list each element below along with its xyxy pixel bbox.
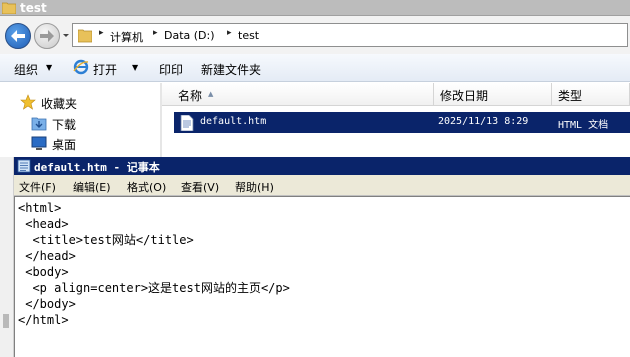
background-window-edge (0, 157, 14, 357)
organize-button[interactable]: 组织 (14, 61, 38, 78)
file-row-default-htm[interactable]: default.htm 2025/11/13 8:29 HTML 文档 (174, 112, 630, 133)
sort-ascending-icon: ▲ (208, 90, 214, 98)
code-line: <head> (18, 217, 69, 231)
breadcrumb-separator-icon[interactable]: ▸ (99, 28, 104, 38)
command-toolbar: 组织 ▼ 打开 ▼ 印印 新建文件夹 (0, 54, 630, 82)
address-bar[interactable]: ▸ 计算机 ▸ Data (D:) ▸ test (72, 23, 628, 47)
code-line: </body> (18, 297, 76, 311)
forward-button[interactable] (34, 23, 60, 49)
back-button[interactable] (5, 23, 31, 49)
menu-format[interactable]: 格式(O) (127, 179, 166, 195)
forward-arrow-icon (40, 30, 54, 42)
navigation-pane: 收藏夹 下载 桌面 (0, 83, 160, 158)
html-file-icon (180, 115, 194, 131)
folder-icon (2, 2, 16, 14)
file-list: 名称 ▲ 修改日期 类型 default.htm 2025/11/13 8:29… (162, 83, 630, 158)
explorer-title-bar[interactable]: test (0, 0, 630, 16)
folder-icon (78, 29, 92, 43)
notepad-text-area[interactable]: <html> <head> <title>test网站</title> </he… (14, 196, 630, 357)
new-folder-button[interactable]: 新建文件夹 (201, 61, 261, 78)
column-header-modified[interactable]: 修改日期 (434, 83, 552, 106)
chevron-down-icon[interactable]: ▼ (132, 63, 138, 72)
code-line: <title>test网站</title> (18, 233, 194, 247)
code-line: <p align=center>这是test网站的主页</p> (18, 281, 290, 295)
back-arrow-icon (11, 30, 25, 42)
notepad-title-bar[interactable]: default.htm - 记事本 (14, 157, 630, 175)
menu-edit[interactable]: 编辑(E) (73, 179, 111, 195)
nav-item-favorites[interactable]: 收藏夹 (41, 95, 77, 112)
desktop-icon (31, 136, 47, 150)
column-header-type[interactable]: 类型 (552, 83, 630, 106)
notepad-title: default.htm - 记事本 (34, 161, 160, 174)
file-name: default.htm (200, 116, 267, 127)
star-icon (20, 94, 36, 110)
menu-help[interactable]: 帮助(H) (235, 179, 274, 195)
code-line: </html> (18, 313, 69, 327)
explorer-title: test (20, 1, 47, 15)
breadcrumb-separator-icon[interactable]: ▸ (153, 28, 158, 38)
nav-item-downloads[interactable]: 下载 (52, 116, 76, 133)
code-line: <body> (18, 265, 69, 279)
nav-item-desktop[interactable]: 桌面 (52, 136, 76, 153)
code-line: </head> (18, 249, 76, 263)
code-line: <html> (18, 201, 62, 215)
menu-file[interactable]: 文件(F) (19, 179, 56, 195)
scroll-marker (3, 314, 9, 328)
menu-view[interactable]: 查看(V) (181, 179, 219, 195)
file-modified: 2025/11/13 8:29 (438, 116, 529, 127)
open-button[interactable]: 打开 (93, 61, 117, 78)
internet-explorer-icon[interactable] (73, 59, 89, 75)
breadcrumb-test[interactable]: test (238, 29, 259, 42)
notepad-menu-bar: 文件(F) 编辑(E) 格式(O) 查看(V) 帮助(H) (14, 175, 630, 196)
chevron-down-icon[interactable]: ▼ (46, 63, 52, 72)
notepad-icon (17, 159, 31, 173)
column-header-name[interactable]: 名称 ▲ (162, 83, 434, 106)
breadcrumb-data-drive[interactable]: Data (D:) (164, 29, 215, 42)
file-type: HTML 文档 (558, 120, 609, 131)
breadcrumb-computer[interactable]: 计算机 (110, 29, 143, 45)
recent-pages-dropdown-icon[interactable] (61, 29, 71, 41)
address-row: ▸ 计算机 ▸ Data (D:) ▸ test (0, 16, 630, 54)
breadcrumb-separator-icon[interactable]: ▸ (227, 28, 232, 38)
print-button[interactable]: 印印 (159, 61, 183, 78)
downloads-folder-icon (31, 117, 47, 131)
